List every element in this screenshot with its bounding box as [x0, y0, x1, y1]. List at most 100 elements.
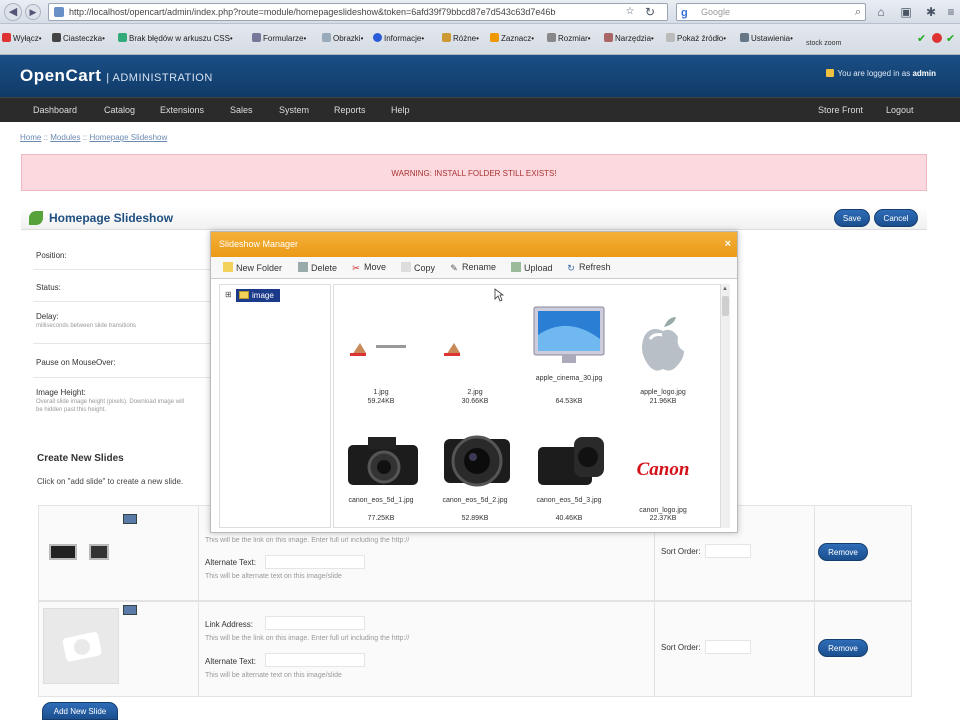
remove-slide-button[interactable]: Remove: [818, 543, 868, 561]
menu-reports[interactable]: Reports: [334, 105, 366, 115]
file-item[interactable]: Canon canon_logo.jpg 22.37KB: [618, 423, 708, 527]
canon-logo-thumbnail: Canon: [636, 459, 690, 480]
bookmark-forms[interactable]: Formularze•: [252, 33, 306, 43]
browse-image-icon-2[interactable]: [123, 605, 137, 615]
bookmark-settings[interactable]: Ustawienia•: [740, 33, 793, 43]
menu-icon[interactable]: ≡: [941, 3, 960, 21]
move-button[interactable]: ✂ Move: [351, 262, 386, 273]
file-size: 59.24KB: [367, 398, 395, 405]
file-name: 1.jpg: [373, 389, 389, 396]
no-image-placeholder[interactable]: [43, 608, 119, 684]
delete-button[interactable]: Delete: [298, 262, 337, 273]
slide-image-cell: [39, 506, 199, 600]
refresh-button[interactable]: ↻ Refresh: [566, 262, 610, 273]
slide-thumbnail[interactable]: [49, 544, 77, 560]
back-icon[interactable]: ◀: [4, 3, 22, 21]
wrench-icon: [604, 33, 613, 42]
file-item[interactable]: canon_eos_5d_1.jpg 77.25KB: [336, 423, 426, 527]
slide-fields-cell-2: Link Address: This will be the link on t…: [199, 602, 655, 696]
gear-icon: [740, 33, 749, 42]
add-slide-button[interactable]: Add New Slide: [42, 702, 118, 720]
file-item[interactable]: apple_logo.jpg 21.96KB: [618, 289, 708, 409]
file-name: 2.jpg: [467, 389, 483, 396]
highlighter-icon: [490, 33, 499, 42]
bookmark-misc[interactable]: Różne•: [442, 33, 479, 43]
home-icon[interactable]: ⌂: [871, 3, 891, 21]
menu-store-front[interactable]: Store Front: [818, 105, 863, 115]
link-address-input[interactable]: [265, 616, 365, 630]
menu-dashboard[interactable]: Dashboard: [33, 105, 77, 115]
breadcrumb: Home :: Modules :: Homepage Slideshow: [20, 133, 167, 142]
menu-catalog[interactable]: Catalog: [104, 105, 135, 115]
addons-icon[interactable]: ✱: [921, 3, 941, 21]
close-icon[interactable]: ×: [725, 232, 731, 257]
menu-logout[interactable]: Logout: [886, 105, 914, 115]
rename-button[interactable]: ✎ Rename: [449, 262, 496, 273]
file-item[interactable]: 2.jpg 30.66KB: [430, 289, 520, 409]
copy-button[interactable]: Copy: [401, 262, 435, 273]
sort-order-input-2[interactable]: [705, 640, 751, 654]
delay-row: Delay: milliseconds between slide transi…: [33, 304, 213, 344]
scissors-icon: ✂: [352, 263, 360, 273]
info-icon: [373, 33, 382, 42]
copy-icon: [401, 262, 411, 272]
bookmark-info[interactable]: Informacje•: [373, 33, 424, 43]
sort-order-input[interactable]: [705, 544, 751, 558]
magnifier-icon[interactable]: ⌕: [855, 4, 861, 20]
file-item[interactable]: 1.jpg 59.24KB: [336, 289, 426, 409]
link-help-2: This will be the link on this image. Ent…: [205, 635, 410, 642]
file-size: 40.46KB: [555, 515, 583, 522]
save-button[interactable]: Save: [834, 209, 870, 227]
create-slides-title: Create New Slides: [37, 453, 124, 464]
menu-extensions[interactable]: Extensions: [160, 105, 204, 115]
bookmark-tools[interactable]: Narzędzia•: [604, 33, 654, 43]
bookmarks-icon[interactable]: ▣: [896, 3, 916, 21]
scroll-thumb[interactable]: [722, 296, 729, 316]
mouse-cursor-icon: [494, 288, 504, 302]
breadcrumb-modules[interactable]: Modules: [50, 133, 80, 142]
forward-icon[interactable]: ▶: [25, 4, 41, 20]
browse-image-icon[interactable]: [123, 514, 137, 524]
remove-slide-button-2[interactable]: Remove: [818, 639, 868, 657]
upload-button[interactable]: Upload: [511, 262, 553, 273]
bookmark-css[interactable]: Brak błędów w arkuszu CSS•: [118, 33, 233, 43]
alt-text-input-2[interactable]: [265, 653, 365, 667]
menu-sales[interactable]: Sales: [230, 105, 253, 115]
file-item[interactable]: canon_eos_5d_3.jpg 40.46KB: [524, 423, 614, 527]
dialog-titlebar[interactable]: Slideshow Manager ×: [211, 232, 737, 257]
slide-thumbnail-2[interactable]: [89, 544, 109, 560]
warning-banner: WARNING: INSTALL FOLDER STILL EXISTS!: [21, 154, 927, 191]
document-icon: [666, 33, 675, 42]
cancel-button[interactable]: Cancel: [874, 209, 918, 227]
address-bar[interactable]: http://localhost/opencart/admin/index.ph…: [48, 3, 668, 21]
search-input[interactable]: g Google ⌕: [676, 3, 866, 21]
search-placeholder: Google: [701, 7, 731, 17]
breadcrumb-home[interactable]: Home: [20, 133, 41, 142]
file-item[interactable]: apple_cinema_30.jpg 64.53KB: [524, 289, 614, 409]
breadcrumb-current[interactable]: Homepage Slideshow: [89, 133, 167, 142]
stock-zoom-label[interactable]: stock zoom: [806, 40, 841, 47]
url-text: http://localhost/opencart/admin/index.ph…: [69, 7, 556, 17]
expand-icon[interactable]: ⊞: [225, 290, 232, 299]
reload-icon[interactable]: ↻: [640, 3, 660, 21]
bookmark-source[interactable]: Pokaż źródło•: [666, 33, 726, 43]
login-text: You are logged in as: [837, 69, 911, 78]
slide-sort-cell-2: Sort Order:: [655, 602, 815, 696]
file-grid-scrollbar[interactable]: ▲: [720, 284, 730, 528]
bookmark-images[interactable]: Obrazki•: [322, 33, 363, 43]
bookmark-cookies[interactable]: Ciasteczka•: [52, 33, 105, 43]
file-item[interactable]: canon_eos_5d_2.jpg 52.89KB: [430, 423, 520, 527]
bookmark-star-icon[interactable]: ☆: [620, 3, 640, 21]
tree-folder-image[interactable]: image: [236, 289, 280, 302]
menu-system[interactable]: System: [279, 105, 309, 115]
block-icon: [2, 33, 11, 42]
menu-help[interactable]: Help: [391, 105, 410, 115]
scroll-up-icon[interactable]: ▲: [722, 286, 728, 292]
position-label: Position:: [36, 251, 67, 260]
bookmark-size[interactable]: Rozmiar•: [547, 33, 591, 43]
opencart-logo[interactable]: OpenCart | ADMINISTRATION: [20, 66, 213, 86]
new-folder-button[interactable]: New Folder: [223, 262, 282, 273]
bookmark-select[interactable]: Zaznacz•: [490, 33, 534, 43]
alt-text-input[interactable]: [265, 555, 365, 569]
bookmark-disable[interactable]: Wyłącz•: [2, 33, 42, 43]
